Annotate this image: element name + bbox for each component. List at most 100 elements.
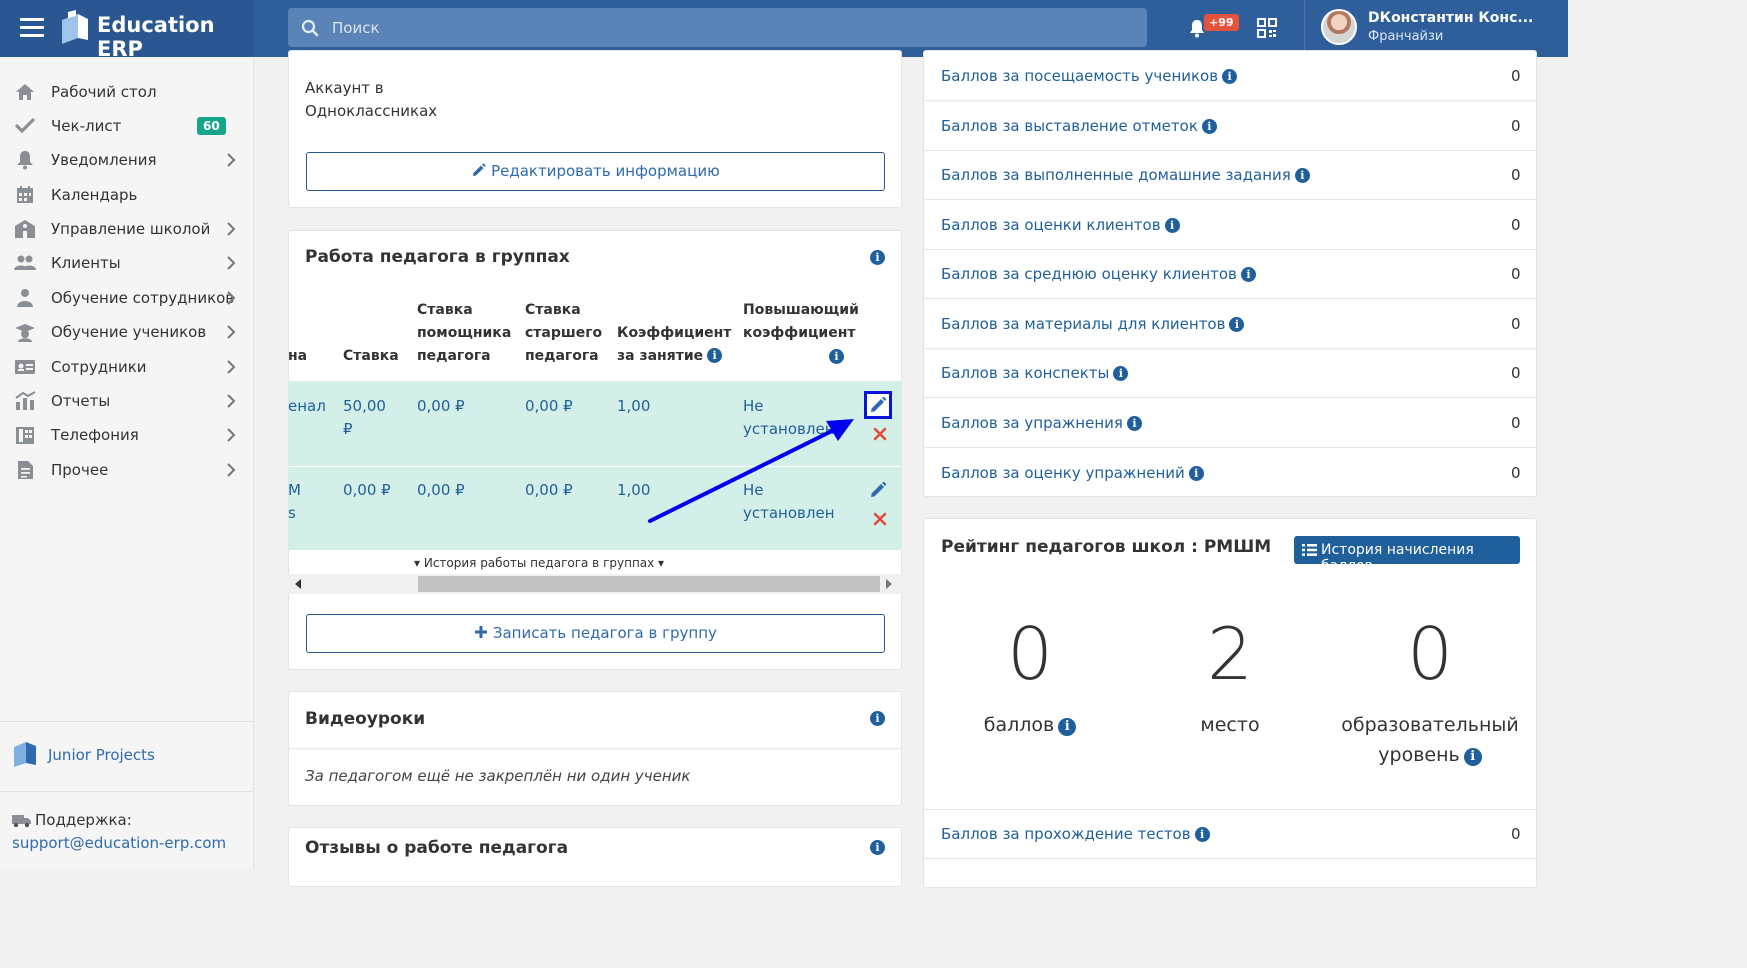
- education-erp-logo-icon: [62, 10, 88, 44]
- user-avatar[interactable]: [1321, 9, 1357, 45]
- sidebar-item-reports[interactable]: Отчеты: [0, 384, 254, 418]
- users-icon: [14, 255, 36, 270]
- app-title[interactable]: Education ERP: [97, 13, 254, 61]
- score-label[interactable]: Баллов за упражнения i: [941, 414, 1142, 432]
- chart-icon: [15, 391, 36, 410]
- sidebar-item-label: Обучение сотрудников: [51, 289, 235, 307]
- sidebar-item-employees[interactable]: Сотрудники: [0, 350, 254, 384]
- pencil-icon[interactable]: [869, 481, 887, 499]
- score-label[interactable]: Баллов за посещаемость учеников i: [941, 67, 1238, 85]
- support-label-text: Поддержка:: [35, 811, 132, 829]
- phone-book-icon: [16, 427, 34, 444]
- points-history-button[interactable]: История начисления баллов: [1294, 536, 1520, 574]
- notifications-count-badge[interactable]: +99: [1204, 14, 1239, 31]
- cell-line: М: [288, 481, 301, 499]
- user-name[interactable]: DКонстантин Конс...: [1368, 10, 1533, 26]
- scroll-right-arrow-icon[interactable]: [884, 578, 894, 590]
- checklist-count-badge: 60: [197, 117, 226, 135]
- sidebar-item-notifications[interactable]: Уведомления: [0, 143, 254, 177]
- score-label[interactable]: Баллов за материалы для клиентов i: [941, 315, 1245, 333]
- info-icon[interactable]: i: [1058, 718, 1077, 736]
- delete-x-icon[interactable]: [873, 512, 887, 526]
- sidebar-item-other[interactable]: Прочее: [0, 453, 254, 487]
- account-field: Аккаунт в Одноклассниках: [305, 77, 437, 123]
- scroll-left-arrow-icon[interactable]: [293, 578, 303, 590]
- info-icon[interactable]: i: [1240, 267, 1256, 282]
- qr-code-icon[interactable]: [1257, 18, 1277, 38]
- pencil-icon[interactable]: [869, 396, 887, 414]
- pencil-icon: [473, 163, 486, 176]
- sidebar: Рабочий стол Чек-лист 60 Уведомления Кал…: [0, 57, 254, 869]
- sidebar-item-calendar[interactable]: Календарь: [0, 178, 254, 212]
- info-icon[interactable]: i: [870, 840, 885, 855]
- plus-icon: [475, 626, 488, 638]
- cell-assistant-rate: 0,00 ₽: [417, 481, 465, 499]
- score-label[interactable]: Баллов за прохождение тестов i: [941, 825, 1210, 843]
- score-row: Баллов за выставление отметок i 0: [923, 102, 1537, 151]
- sidebar-item-school-management[interactable]: Управление школой: [0, 212, 254, 246]
- info-icon[interactable]: i: [1463, 748, 1482, 766]
- edit-info-button-label: Редактировать информацию: [491, 162, 720, 180]
- sidebar-item-checklist[interactable]: Чек-лист 60: [0, 109, 254, 143]
- info-icon[interactable]: i: [1201, 119, 1217, 134]
- score-label[interactable]: Баллов за оценку упражнений i: [941, 464, 1204, 482]
- level-value: 0: [1407, 612, 1453, 696]
- info-icon[interactable]: i: [707, 348, 723, 363]
- score-label-text: Баллов за материалы для клиентов: [941, 315, 1226, 333]
- info-icon[interactable]: i: [870, 250, 885, 265]
- score-label[interactable]: Баллов за выполненные домашние задания i: [941, 166, 1310, 184]
- sidebar-item-label: Управление школой: [51, 220, 211, 238]
- sidebar-item-staff-training[interactable]: Обучение сотрудников: [0, 281, 254, 315]
- info-icon[interactable]: i: [829, 349, 844, 364]
- score-label[interactable]: Баллов за оценки клиентов i: [941, 216, 1180, 234]
- points-label-text: баллов: [983, 714, 1055, 736]
- groups-card-title: Работа педагога в группах: [305, 247, 570, 267]
- sidebar-item-telephony[interactable]: Телефония: [0, 418, 254, 452]
- score-label[interactable]: Баллов за конспекты i: [941, 364, 1129, 382]
- score-label[interactable]: Баллов за выставление отметок i: [941, 117, 1217, 135]
- sidebar-item-student-training[interactable]: Обучение учеников: [0, 315, 254, 349]
- info-icon[interactable]: i: [870, 711, 885, 726]
- level-label: образовательный уровень i: [1320, 710, 1540, 770]
- info-icon[interactable]: i: [1188, 466, 1204, 481]
- info-icon[interactable]: i: [1294, 168, 1310, 183]
- info-icon[interactable]: i: [1229, 317, 1245, 332]
- cell-group-name[interactable]: енал: [288, 395, 326, 418]
- info-icon[interactable]: i: [1194, 827, 1210, 842]
- info-icon[interactable]: i: [1222, 69, 1238, 84]
- score-label-text: Баллов за выполненные домашние задания: [941, 166, 1291, 184]
- delete-x-icon[interactable]: [873, 427, 887, 441]
- search-box[interactable]: [288, 8, 1147, 47]
- header-line: Коэффициент: [617, 325, 732, 341]
- points-value: 0: [1007, 612, 1053, 696]
- cell-rate: 0,00 ₽: [343, 481, 391, 499]
- add-to-group-button[interactable]: Записать педагога в группу: [306, 614, 885, 653]
- sidebar-item-dashboard[interactable]: Рабочий стол: [0, 75, 254, 109]
- top-bar: Education ERP +99 DКонстантин Конс... Фр…: [0, 0, 1568, 61]
- sidebar-item-label: Обучение учеников: [51, 323, 207, 341]
- score-label[interactable]: Баллов за среднюю оценку клиентов i: [941, 265, 1256, 283]
- footer-brand[interactable]: Junior Projects: [48, 746, 155, 764]
- info-icon[interactable]: i: [1126, 416, 1142, 431]
- info-icon[interactable]: i: [1164, 218, 1180, 233]
- menu-toggle-icon[interactable]: [20, 18, 44, 38]
- column-header-senior-rate: Ставка старшего педагога: [525, 299, 602, 368]
- sidebar-item-clients[interactable]: Клиенты: [0, 246, 254, 280]
- cell-group-name[interactable]: М s: [288, 479, 301, 525]
- header-line-text: за занятие: [617, 348, 704, 364]
- card-divider: [288, 748, 902, 749]
- edit-info-button[interactable]: Редактировать информацию: [306, 152, 885, 191]
- cell-rate: 50,00 ₽: [343, 395, 386, 441]
- info-icon[interactable]: i: [1113, 366, 1129, 381]
- search-input[interactable]: [332, 8, 1132, 47]
- history-toggle-link[interactable]: ▾ История работы педагога в группах ▾: [414, 556, 664, 570]
- cell-line: s: [288, 504, 296, 522]
- support-email-link[interactable]: support@education-erp.com: [12, 834, 226, 852]
- score-value: 0: [1511, 265, 1521, 283]
- cell-assistant-rate: 0,00 ₽: [417, 397, 465, 415]
- reviews-card-title: Отзывы о работе педагога: [305, 838, 569, 858]
- scrollbar-thumb[interactable]: [418, 576, 880, 592]
- score-label-text: Баллов за прохождение тестов: [941, 825, 1191, 843]
- cell-line: ₽: [343, 420, 353, 438]
- score-value: 0: [1511, 216, 1521, 234]
